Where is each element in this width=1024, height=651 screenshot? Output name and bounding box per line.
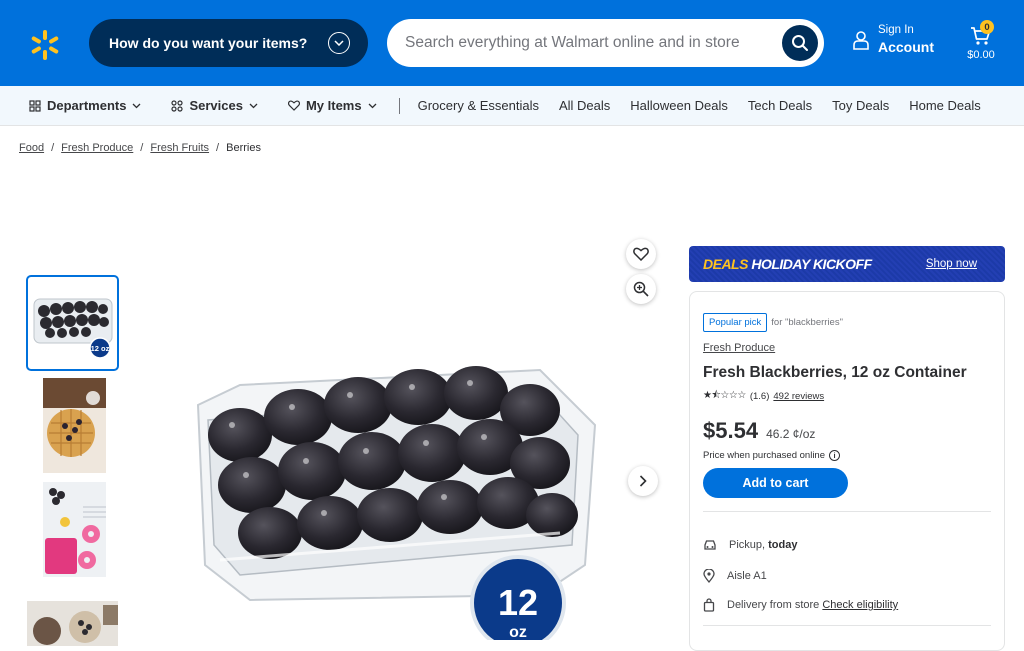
- zoom-button[interactable]: [626, 274, 656, 304]
- search-icon: [792, 35, 808, 51]
- unit-price: 46.2 ¢/oz: [766, 427, 816, 441]
- delivery-method-button[interactable]: How do you want your items?: [89, 19, 368, 67]
- holiday-promo-banner[interactable]: DEALS HOLIDAY KICKOFF Shop now: [689, 246, 1005, 282]
- cart-total: $0.00: [967, 49, 995, 61]
- price: $5.54: [703, 418, 759, 443]
- pickup-label: Pickup,: [729, 539, 766, 551]
- thumbnail-4[interactable]: [27, 601, 118, 646]
- walmart-spark-logo[interactable]: [28, 28, 62, 62]
- delivery-label: Delivery from store: [727, 599, 820, 611]
- shopping-bag-icon: [703, 598, 715, 612]
- thumbnail-1[interactable]: 12 oz: [26, 275, 119, 371]
- services-icon: [171, 99, 184, 112]
- rating-value: (1.6): [749, 391, 770, 402]
- search-input[interactable]: [405, 34, 765, 52]
- pickup-time: today: [768, 539, 798, 551]
- departments-menu[interactable]: Departments: [29, 98, 141, 113]
- product-buy-box: Popular pick for "blackberries" Fresh Pr…: [689, 291, 1005, 651]
- breadcrumb-separator: /: [216, 142, 220, 154]
- product-title: Fresh Blackberries, 12 oz Container: [703, 364, 967, 381]
- nav-link-grocery[interactable]: Grocery & Essentials: [418, 98, 539, 113]
- category-link[interactable]: Fresh Produce: [703, 342, 775, 354]
- nav-divider: [398, 97, 400, 114]
- breadcrumb-fresh-produce[interactable]: Fresh Produce: [61, 142, 133, 154]
- pickup-option[interactable]: Pickup, today: [703, 539, 797, 551]
- promo-title: DEALS HOLIDAY KICKOFF: [703, 256, 872, 272]
- user-icon: [853, 30, 869, 50]
- delivery-option[interactable]: Delivery from store Check eligibility: [703, 598, 898, 612]
- breadcrumb-separator: /: [140, 142, 144, 154]
- my-items-label: My Items: [305, 98, 362, 113]
- breadcrumb: Food / Fresh Produce / Fresh Fruits / Be…: [19, 142, 261, 154]
- nav-link-halloween-deals[interactable]: Halloween Deals: [630, 98, 728, 113]
- shop-now-link[interactable]: Shop now: [926, 258, 977, 270]
- search-bar: [387, 19, 824, 67]
- popular-pick-context: for "blackberries": [771, 317, 843, 328]
- popular-pick-badge: Popular pick: [703, 313, 768, 332]
- next-image-button[interactable]: [628, 466, 658, 496]
- nav-link-all-deals[interactable]: All Deals: [559, 98, 610, 113]
- price-note: Price when purchased online i: [703, 450, 840, 461]
- promo-event-name: HOLIDAY KICKOFF: [751, 256, 872, 272]
- sign-in-label: Sign In: [878, 24, 914, 36]
- chevron-down-icon: [368, 103, 377, 108]
- chevron-down-icon: [328, 32, 350, 54]
- chevron-right-icon: [639, 475, 647, 487]
- heart-icon: [633, 247, 649, 261]
- nav-link-toy-deals[interactable]: Toy Deals: [832, 98, 889, 113]
- zoom-in-icon: [633, 281, 649, 297]
- nav-link-tech-deals[interactable]: Tech Deals: [748, 98, 812, 113]
- promo-deals-word: DEALS: [703, 256, 748, 272]
- services-label: Services: [189, 98, 243, 113]
- aisle-text: Aisle A1: [727, 570, 767, 582]
- location-pin-icon: [703, 569, 715, 583]
- thumbnail-3[interactable]: [43, 482, 106, 577]
- info-icon[interactable]: i: [829, 450, 840, 461]
- category-nav: Departments Services My Items Grocery & …: [0, 86, 1024, 126]
- thumbnail-size-badge: 12 oz: [91, 344, 110, 353]
- nav-link-home-deals[interactable]: Home Deals: [909, 98, 981, 113]
- search-button[interactable]: [782, 25, 818, 61]
- chevron-down-icon: [133, 103, 141, 108]
- car-icon: [704, 540, 716, 550]
- breadcrumb-current: Berries: [226, 142, 261, 154]
- breadcrumb-separator: /: [51, 142, 55, 154]
- cart-count-badge: 0: [980, 20, 994, 34]
- size-badge-unit: oz: [509, 624, 527, 640]
- chevron-down-icon: [249, 103, 258, 108]
- aisle-location: Aisle A1: [703, 569, 767, 583]
- cart-button[interactable]: 0 $0.00: [964, 20, 998, 61]
- header: How do you want your items? Sign In Acco…: [0, 0, 1024, 86]
- price-note-text: Price when purchased online: [703, 450, 825, 461]
- product-main-image[interactable]: 12 oz: [180, 275, 620, 651]
- size-badge-number: 12: [498, 582, 538, 623]
- my-items-menu[interactable]: My Items: [287, 98, 377, 113]
- account-button[interactable]: Sign In Account: [852, 24, 934, 55]
- popular-pick-row: Popular pick for "blackberries": [703, 313, 843, 332]
- reviews-link[interactable]: 492 reviews: [773, 391, 824, 402]
- heart-icon: [287, 100, 300, 111]
- price-row: $5.54 46.2 ¢/oz: [703, 418, 815, 444]
- add-to-cart-button[interactable]: Add to cart: [703, 468, 848, 498]
- services-menu[interactable]: Services: [171, 98, 258, 113]
- breadcrumb-fresh-fruits[interactable]: Fresh Fruits: [150, 142, 209, 154]
- divider: [703, 625, 991, 626]
- rating-row: ★⯪☆☆☆ (1.6) 492 reviews: [703, 388, 824, 405]
- account-label: Account: [878, 39, 934, 55]
- divider: [703, 511, 991, 512]
- delivery-prompt: How do you want your items?: [109, 35, 308, 51]
- check-eligibility-link[interactable]: Check eligibility: [822, 599, 898, 611]
- breadcrumb-food[interactable]: Food: [19, 142, 44, 154]
- grid-icon: [29, 99, 41, 112]
- star-rating-icon: ★⯪☆☆☆: [703, 390, 746, 401]
- favorite-button[interactable]: [626, 239, 656, 269]
- departments-label: Departments: [47, 98, 127, 113]
- thumbnail-2[interactable]: [43, 378, 106, 473]
